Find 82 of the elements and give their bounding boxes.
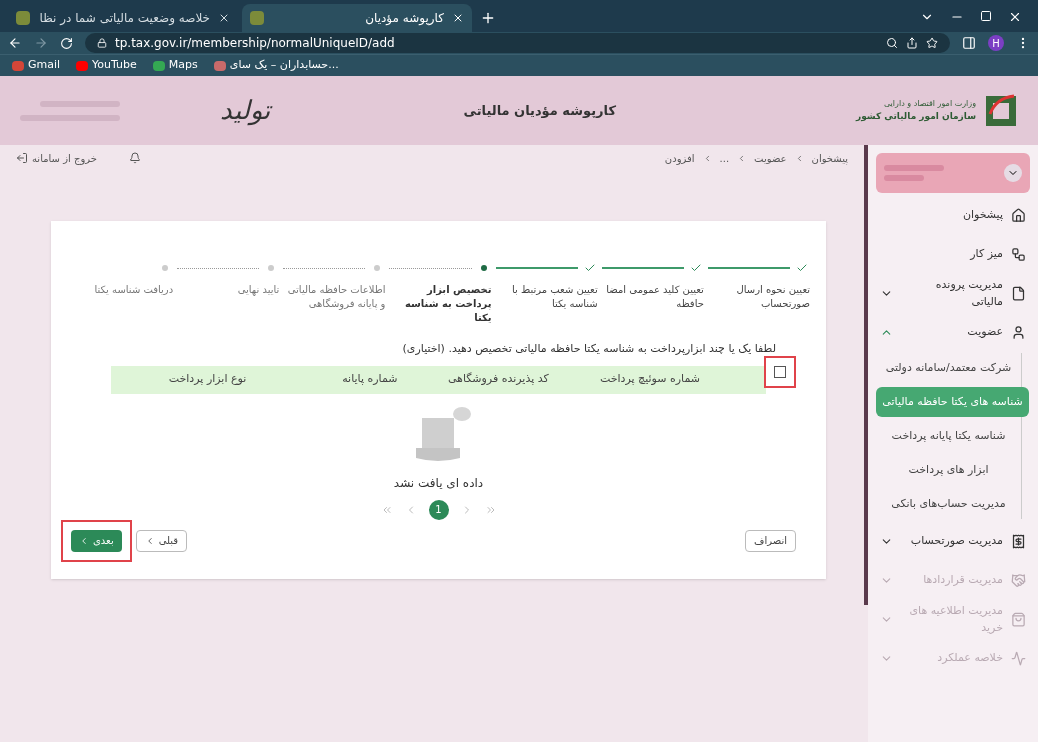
forward-icon[interactable] bbox=[34, 36, 48, 50]
submenu-item[interactable]: مدیریت حساب‌های بانکی bbox=[876, 489, 1021, 519]
breadcrumb-link[interactable]: افزودن bbox=[664, 150, 695, 166]
submenu-item[interactable]: شناسه یکتا پایانه پرداخت bbox=[876, 421, 1021, 451]
select-all-checkbox[interactable] bbox=[774, 365, 786, 378]
step-label: دریافت شناسه یکتا bbox=[93, 283, 174, 297]
chevron-left-icon bbox=[79, 535, 89, 546]
search-icon[interactable] bbox=[886, 37, 898, 49]
url-text: tp.tax.gov.ir/membership/normalUniqueID/add bbox=[115, 35, 395, 52]
logout-icon bbox=[16, 152, 28, 164]
column-header: کد پذیرنده فروشگاهی bbox=[446, 371, 550, 388]
reload-icon[interactable] bbox=[60, 36, 73, 50]
restore-icon[interactable] bbox=[980, 10, 992, 22]
organization-text: سازمان امور مالیاتی کشور bbox=[856, 109, 976, 124]
empty-state-text: داده ای یافت نشد bbox=[393, 474, 484, 492]
bookmark-star-icon[interactable] bbox=[926, 37, 938, 49]
sidebar-item[interactable]: مدیریت پرونده مالیاتی bbox=[876, 277, 1030, 310]
blurred-id bbox=[884, 175, 924, 181]
breadcrumb-link[interactable]: عضویت bbox=[754, 150, 787, 166]
sidebar-item[interactable]: پیشخوان bbox=[876, 199, 1030, 232]
step-label: تایید نهایی bbox=[236, 283, 280, 297]
menu-item-icon bbox=[1011, 325, 1026, 340]
bookmark-label: Gmail bbox=[28, 57, 61, 74]
favicon-icon bbox=[250, 11, 264, 25]
address-bar[interactable]: tp.tax.gov.ir/membership/normalUniqueID/add bbox=[85, 33, 950, 53]
site-title: کارپوشه مؤدیان مالیاتی bbox=[463, 101, 616, 120]
bookmark-label: Maps bbox=[168, 57, 198, 74]
favicon-icon bbox=[12, 60, 24, 71]
column-header: شماره سوئیچ پرداخت bbox=[598, 371, 701, 388]
previous-button[interactable]: قبلی bbox=[135, 529, 188, 552]
favicon-icon bbox=[213, 60, 226, 71]
tab-title: کارپوشه مؤدیان bbox=[364, 10, 444, 27]
sidebar-item[interactable]: عضویت bbox=[876, 316, 1030, 349]
favicon-icon bbox=[152, 60, 165, 71]
menu-item-icon bbox=[1011, 208, 1026, 223]
favicon-icon bbox=[16, 11, 30, 25]
step-label: اطلاعات حافظه مالیاتی و پایانه فروشگاهی bbox=[286, 283, 386, 311]
side-panel-icon[interactable] bbox=[962, 36, 976, 50]
favicon-icon bbox=[76, 60, 89, 71]
menu-item-icon bbox=[1011, 247, 1026, 262]
sidebar-item[interactable]: میز کار bbox=[876, 238, 1030, 271]
breadcrumb-link[interactable]: ... bbox=[719, 150, 730, 166]
column-header: نوع ابزار پرداخت bbox=[167, 371, 248, 388]
browser-tab[interactable]: خلاصه وضعیت مالیاتی شما در نظا bbox=[8, 4, 238, 32]
new-tab-icon[interactable] bbox=[480, 10, 496, 26]
tab-title: خلاصه وضعیت مالیاتی شما در نظا bbox=[38, 10, 210, 27]
emblem-logo-icon bbox=[984, 93, 1018, 128]
lock-icon bbox=[97, 38, 107, 48]
instruction-text: لطفا یک یا چند ابزارپرداخت به شناسه یکتا حافظه مالیاتی تخصیص دهید. (اختیاری) bbox=[401, 341, 777, 357]
submenu-item[interactable]: شرکت معتمد/سامانه دولتی bbox=[876, 353, 1021, 383]
step-label: تخصیص ابزار پرداخت به شناسه یکتا bbox=[403, 283, 492, 325]
blurred-name bbox=[884, 165, 944, 171]
bookmark-label: YouTube bbox=[92, 57, 137, 74]
cancel-button[interactable]: انصراف bbox=[745, 529, 796, 552]
bookmark-item[interactable]: Maps bbox=[152, 57, 198, 74]
step-label: تعیین شعب مرتبط با شناسه یکتا bbox=[510, 283, 598, 311]
collapse-button[interactable] bbox=[1004, 164, 1022, 182]
submenu-item[interactable]: ابزار های پرداخت bbox=[876, 455, 1021, 485]
menu-item-icon bbox=[1011, 573, 1026, 588]
next-button[interactable]: بعدی bbox=[71, 529, 122, 552]
bookmark-item[interactable]: YouTube bbox=[76, 57, 137, 74]
menu-item-icon bbox=[1011, 651, 1026, 666]
close-icon[interactable] bbox=[452, 12, 464, 24]
page-button[interactable]: 1 bbox=[428, 499, 449, 520]
close-window-icon[interactable] bbox=[1008, 10, 1022, 24]
bookmark-item[interactable]: Gmail bbox=[12, 57, 61, 74]
column-header: شماره پایانه bbox=[341, 371, 399, 388]
ministry-text: وزارت امور اقتصاد و دارایی bbox=[882, 97, 976, 110]
menu-item-icon bbox=[1011, 612, 1026, 627]
back-icon[interactable] bbox=[8, 36, 22, 50]
sidebar-item[interactable]: مدیریت صورتحساب bbox=[876, 525, 1030, 558]
step-label: تعیین کلید عمومی امضا حافظه bbox=[605, 283, 704, 311]
menu-item-icon bbox=[1011, 286, 1026, 301]
step-label: تعیین نحوه ارسال صورتحساب bbox=[735, 283, 810, 311]
logout-link[interactable]: خروج از سامانه bbox=[16, 150, 97, 166]
menu-item-icon bbox=[1011, 534, 1026, 549]
browser-tab[interactable]: کارپوشه مؤدیان bbox=[242, 4, 472, 32]
breadcrumb-link[interactable]: پیشخوان bbox=[811, 150, 848, 166]
profile-avatar[interactable]: H bbox=[988, 35, 1004, 51]
notification-icon[interactable] bbox=[128, 152, 141, 164]
share-icon[interactable] bbox=[906, 37, 918, 49]
close-icon[interactable] bbox=[218, 12, 230, 24]
